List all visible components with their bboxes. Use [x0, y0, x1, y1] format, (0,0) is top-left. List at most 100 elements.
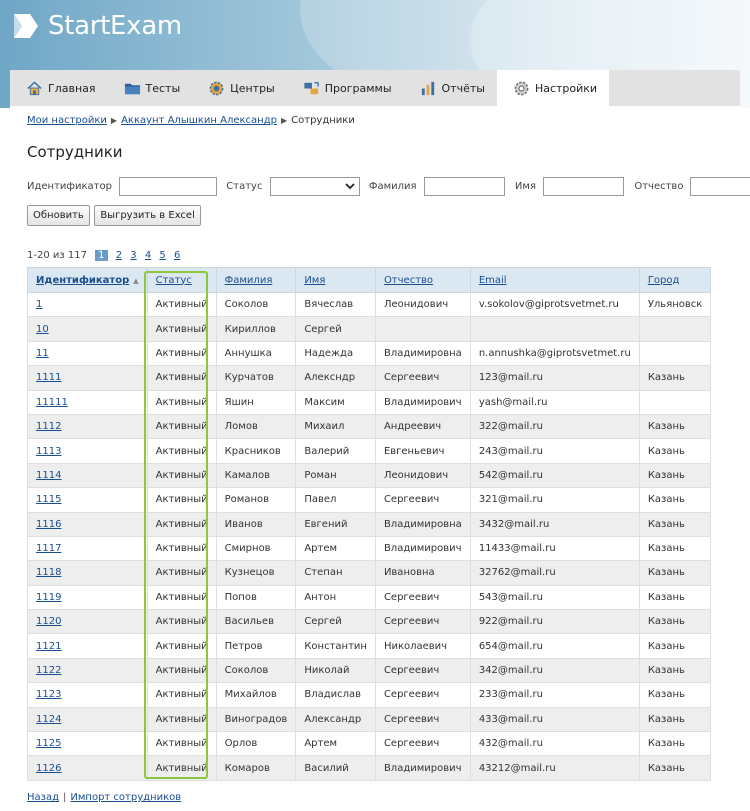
tab-label: Главная	[48, 81, 96, 95]
cell-id: 11	[27, 340, 148, 367]
cell-patronymic: Леонидович	[374, 462, 471, 489]
cell-status: Активный	[146, 413, 217, 440]
cell-lastname: Петров	[215, 633, 297, 659]
logo[interactable]: StartExam	[10, 8, 182, 44]
employee-id-link[interactable]: 11111	[36, 397, 68, 408]
cell-lastname: Орлов	[215, 731, 297, 757]
page-link[interactable]: 5	[159, 250, 165, 261]
tab-label: Программы	[324, 81, 392, 95]
firstname-filter-input[interactable]	[543, 177, 625, 196]
cell-status: Активный	[146, 755, 217, 781]
col-header-lastname[interactable]: Фамилия	[215, 267, 297, 293]
table-row: 11 Активный Аннушка Надежда Владимировна n.an…	[27, 340, 712, 367]
cell-email: 11433@mail.ru	[469, 535, 640, 562]
cell-id: 11111	[27, 389, 148, 415]
employee-id-link[interactable]: 1115	[36, 494, 61, 505]
col-header-status[interactable]: Статус	[146, 267, 217, 293]
table-row: 11111 Активный Яшин Максим Владимирович yash@…	[27, 389, 712, 415]
cell-patronymic: Сергеевич	[374, 682, 471, 708]
tab-programs[interactable]: Программы	[287, 70, 404, 106]
table-row: 1114 Активный Камалов Роман Леонидович 542@ma…	[27, 462, 712, 489]
cell-lastname: Красников	[215, 438, 297, 464]
cell-email: 123@mail.ru	[469, 365, 640, 391]
table-row: 1111 Активный Курчатов Алексндр Сергеевич 123…	[27, 365, 712, 391]
cell-lastname: Кузнецов	[215, 560, 297, 586]
cell-email: 32762@mail.ru	[469, 560, 640, 586]
export-excel-button[interactable]: Выгрузить в Excel	[94, 205, 201, 226]
cell-firstname: Владислав	[295, 682, 376, 708]
col-header-firstname[interactable]: Имя	[295, 267, 376, 293]
cell-lastname: Попов	[215, 584, 297, 611]
cell-id: 1	[27, 291, 148, 318]
tab-tests[interactable]: Тесты	[108, 70, 193, 106]
cell-status: Активный	[146, 511, 217, 537]
table-row: 1123 Активный Михайлов Владислав Сергеевич 23…	[27, 682, 712, 708]
employee-id-link[interactable]: 1126	[36, 763, 61, 774]
employee-id-link[interactable]: 1113	[36, 446, 61, 457]
cell-city: Казань	[638, 487, 712, 513]
cell-patronymic: Сергеевич	[374, 706, 471, 733]
sort-arrow-icon: ▲	[133, 276, 139, 285]
patronymic-filter-input[interactable]	[689, 177, 750, 196]
import-employees-link[interactable]: Импорт сотрудников	[70, 792, 181, 803]
cell-status: Активный	[146, 365, 217, 391]
employee-id-link[interactable]: 1120	[36, 616, 61, 627]
cell-city: Казань	[638, 438, 712, 464]
employee-id-link[interactable]: 1	[36, 299, 42, 310]
id-filter-input[interactable]	[119, 177, 218, 196]
cell-status: Активный	[146, 657, 217, 684]
breadcrumb-my-settings[interactable]: Мои настройки	[27, 115, 107, 126]
cell-id: 1114	[27, 462, 148, 489]
cell-patronymic: Владимировна	[374, 511, 471, 537]
employee-id-link[interactable]: 1124	[36, 714, 61, 725]
tab-home[interactable]: Главная	[10, 70, 108, 106]
cell-lastname: Михайлов	[215, 682, 297, 708]
status-filter-select[interactable]	[269, 177, 360, 196]
employee-id-link[interactable]: 1114	[36, 470, 61, 481]
employee-id-link[interactable]: 10	[36, 324, 49, 335]
cell-patronymic: Леонидович	[374, 291, 471, 318]
table-row: 1118 Активный Кузнецов Степан Ивановна 32762@…	[27, 560, 712, 586]
employee-id-link[interactable]: 1125	[36, 738, 61, 749]
table-row: 1 Активный Соколов Вячеслав Леонидович v.soko…	[27, 291, 712, 318]
table-row: 1125 Активный Орлов Артем Сергеевич 432@mail.…	[27, 731, 712, 757]
page-link[interactable]: 4	[145, 250, 151, 261]
cell-firstname: Василий	[295, 755, 376, 781]
tab-reports[interactable]: Отчёты	[404, 70, 497, 106]
page-link[interactable]: 6	[174, 250, 180, 261]
cell-patronymic: Николаевич	[374, 633, 471, 659]
col-header-patronymic[interactable]: Отчество	[374, 267, 471, 293]
cell-lastname: Яшин	[215, 389, 297, 415]
employee-id-link[interactable]: 1118	[36, 567, 61, 578]
employee-id-link[interactable]: 1111	[36, 372, 61, 383]
tab-centers[interactable]: Центры	[192, 70, 287, 106]
back-link[interactable]: Назад	[27, 792, 59, 803]
breadcrumb: Мои настройки ▶ Аккаунт Алышкин Александр ▶…	[27, 115, 355, 126]
main-content: Мои настройки ▶ Аккаунт Алышкин Александр ▶…	[10, 106, 750, 811]
page-link[interactable]: 2	[116, 250, 122, 261]
employee-id-link[interactable]: 1119	[36, 592, 61, 603]
breadcrumb-account[interactable]: Аккаунт Алышкин Александр	[121, 115, 277, 126]
employee-id-link[interactable]: 1112	[36, 421, 61, 432]
cell-firstname: Артем	[295, 535, 376, 562]
firstname-filter-label: Имя	[514, 181, 536, 192]
employee-id-link[interactable]: 11	[36, 348, 49, 359]
cell-firstname: Антон	[295, 584, 376, 611]
refresh-button[interactable]: Обновить	[27, 205, 90, 226]
lastname-filter-input[interactable]	[423, 177, 505, 196]
cell-email: 542@mail.ru	[469, 462, 640, 489]
cell-email: 543@mail.ru	[469, 584, 640, 611]
employee-id-link[interactable]: 1121	[36, 641, 61, 652]
cell-firstname: Сергей	[295, 316, 376, 342]
patronymic-filter-label: Отчество	[634, 181, 684, 192]
cell-firstname: Степан	[295, 560, 376, 586]
employee-id-link[interactable]: 1116	[36, 519, 61, 530]
col-header-city[interactable]: Город	[638, 267, 712, 293]
employee-id-link[interactable]: 1117	[36, 543, 61, 554]
page-link[interactable]: 3	[130, 250, 136, 261]
tab-settings[interactable]: Настройки	[496, 70, 610, 106]
col-header-email[interactable]: Email	[469, 267, 640, 293]
employee-id-link[interactable]: 1122	[36, 665, 61, 676]
col-header-id[interactable]: Идентификатор ▲	[27, 267, 148, 293]
employee-id-link[interactable]: 1123	[36, 689, 61, 700]
